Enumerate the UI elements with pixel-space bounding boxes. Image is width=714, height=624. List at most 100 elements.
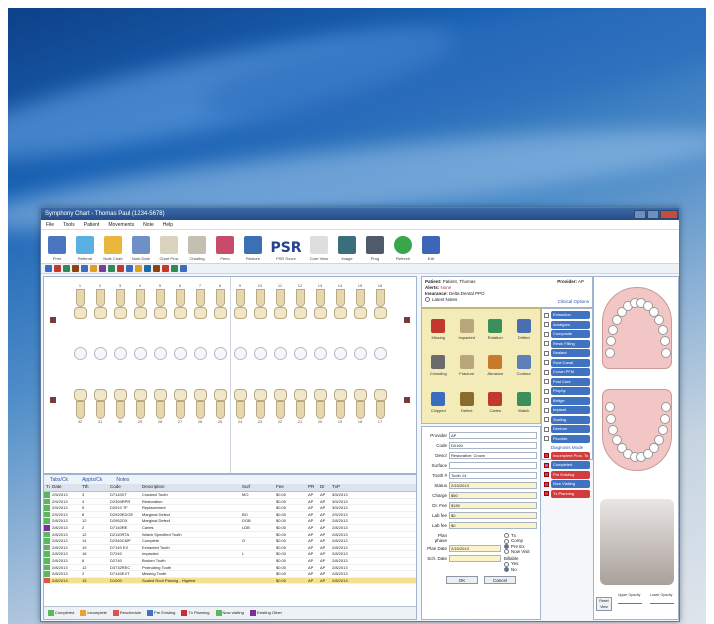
form-field-input[interactable]: $150 — [449, 501, 537, 509]
cure-view-button[interactable]: Cure View — [307, 231, 331, 261]
tooth-5[interactable]: 5 — [152, 283, 169, 319]
tooth-10[interactable]: 10 — [252, 283, 269, 319]
procedure-item[interactable]: Scaling — [544, 415, 590, 424]
tooth-8[interactable] — [212, 347, 229, 360]
form-field-input[interactable]: $0 — [449, 511, 537, 519]
arch-tooth[interactable] — [608, 324, 619, 335]
tooth-28[interactable]: 28 — [152, 389, 169, 425]
table-row[interactable]: 2/8/2013 12 D3732REC Protruding Tooth $0.00 A… — [44, 564, 416, 572]
diagnosis-item[interactable]: Incomplete Proc. To — [544, 451, 590, 460]
lower-opacity-slider[interactable] — [650, 603, 674, 604]
tooth-11[interactable]: 11 — [272, 283, 289, 319]
legend-item[interactable]: Reschedule — [112, 610, 141, 616]
form-field-input[interactable]: $50 — [449, 491, 537, 499]
tooth-7[interactable] — [192, 347, 209, 360]
tool-icon[interactable] — [171, 265, 178, 272]
tooth-2[interactable] — [92, 347, 109, 360]
close-button[interactable] — [660, 209, 678, 219]
tooth-1[interactable] — [72, 347, 89, 360]
tooth-15[interactable] — [352, 347, 369, 360]
tooth-12[interactable]: 12 — [292, 283, 309, 319]
arch-tooth[interactable] — [657, 425, 668, 436]
table-row[interactable]: 2/8/2013 6 D2740 Broken Tooth $0.00 AP AP 2/8/2… — [44, 557, 416, 565]
table-row[interactable]: 2/8/2013 19 D7140 EX Extracted Tooth $0.00 AP… — [44, 544, 416, 552]
arch-tooth[interactable] — [661, 402, 671, 412]
procedure-checkbox[interactable] — [544, 379, 549, 384]
tooth-2[interactable]: 2 — [92, 283, 109, 319]
header-code[interactable]: Code — [108, 484, 140, 491]
tooth-12[interactable] — [292, 347, 309, 360]
header-surface[interactable]: Surf — [240, 484, 274, 491]
minimize-button[interactable] — [634, 209, 646, 219]
radio-billable-no[interactable]: No — [504, 567, 537, 572]
header-fee[interactable]: Fee — [274, 484, 306, 491]
tooth-27[interactable]: 27 — [172, 389, 189, 425]
procedure-item[interactable]: Sealant — [544, 349, 590, 357]
sched-date-field[interactable] — [449, 554, 501, 562]
chart-button-crowding[interactable]: Crowding — [424, 348, 453, 385]
chart-button-watch[interactable]: Watch — [510, 384, 539, 421]
table-row[interactable]: 2/5/2013 5 D2910 TF Replacement $0.00 AP AP 3/5… — [44, 505, 416, 512]
tool-icon[interactable] — [126, 265, 133, 272]
legend-item[interactable]: Existing Other — [249, 610, 282, 616]
diagnosis-item[interactable]: Now Visiting — [544, 480, 590, 488]
chart-button-caries[interactable]: Caries — [481, 384, 510, 421]
ok-button[interactable]: OK — [446, 575, 478, 584]
chart-button-drifted[interactable]: Drifted — [510, 311, 539, 348]
menu-file[interactable]: File — [46, 222, 54, 228]
tooth-30[interactable]: 30 — [112, 389, 129, 425]
psr-button[interactable]: PSR PSR Score — [269, 231, 303, 261]
header-description[interactable]: Description — [140, 484, 240, 491]
procedure-item[interactable]: Crown PFM — [544, 368, 590, 376]
chart-button-abrasion[interactable]: Abrasion — [481, 348, 510, 385]
arch-tooth[interactable] — [661, 348, 671, 358]
menu-help[interactable]: Help — [163, 222, 173, 228]
tool-icon[interactable] — [162, 265, 169, 272]
tool-icon[interactable] — [180, 265, 187, 272]
diagnosis-item[interactable]: Completed — [544, 461, 590, 469]
procedure-item[interactable]: Prophy — [544, 387, 590, 395]
table-row[interactable]: 2/5/2013 8 D2920EDGE Marginal Defect BO $0.00… — [44, 511, 416, 519]
tooth-17[interactable]: 17 — [372, 389, 389, 425]
procedure-checkbox[interactable] — [544, 322, 549, 327]
exit-button[interactable]: Exit — [419, 231, 443, 261]
arch-tooth[interactable] — [605, 413, 616, 424]
procedure-checkbox[interactable] — [544, 398, 549, 403]
tooth-9[interactable]: 9 — [232, 283, 249, 319]
tool-icon[interactable] — [90, 265, 97, 272]
form-field-input[interactable]: Tooth 14 — [449, 471, 537, 479]
header-dr[interactable]: Dr — [318, 484, 330, 491]
tooth-10[interactable] — [252, 347, 269, 360]
prog-button[interactable]: Prog — [363, 231, 387, 261]
upper-opacity-slider[interactable] — [618, 603, 642, 604]
tooth-21[interactable]: 21 — [292, 389, 309, 425]
tooth-14[interactable]: 14 — [332, 283, 349, 319]
tab-appts[interactable]: Appts/Ck — [82, 477, 102, 483]
table-row[interactable]: 2/8/2013 2 D7140RE Caries LDB $0.00 AP AP 2/8/20… — [44, 524, 416, 532]
table-row[interactable]: 2/8/2013 12 D2952OX Marginal Defect DOB $0.00… — [44, 518, 416, 525]
procedure-item[interactable]: Denture — [544, 425, 590, 433]
arch-tooth[interactable] — [605, 336, 616, 347]
procedure-checkbox[interactable] — [544, 369, 549, 375]
diagnosis-item[interactable]: Pre Existing — [544, 470, 590, 479]
latest-notes-check[interactable] — [425, 297, 430, 303]
image-button[interactable]: Image — [335, 231, 359, 261]
procedure-item[interactable]: Resin Filling — [544, 339, 590, 348]
maximize-button[interactable] — [647, 209, 659, 219]
procedure-item[interactable]: Bridge — [544, 396, 590, 405]
tooth-16[interactable]: 16 — [372, 283, 389, 319]
tooth-19[interactable]: 19 — [332, 389, 349, 425]
tooth-24[interactable]: 24 — [232, 389, 249, 425]
tooth-26[interactable]: 26 — [192, 389, 209, 425]
charting-button[interactable]: Charting — [185, 231, 209, 261]
legend-item[interactable]: Incomplete — [80, 610, 107, 616]
tooth-31[interactable]: 31 — [92, 389, 109, 425]
procedure-checkbox[interactable] — [544, 417, 549, 422]
procedure-item[interactable]: Composite — [544, 330, 590, 338]
procedure-checkbox[interactable] — [544, 312, 549, 318]
header-txp[interactable]: TxP — [330, 484, 370, 491]
form-field-input[interactable]: $0 — [449, 521, 537, 529]
menu-note[interactable]: Note — [143, 222, 154, 228]
form-field-input[interactable] — [449, 461, 537, 469]
procedure-checkbox[interactable] — [544, 350, 549, 356]
